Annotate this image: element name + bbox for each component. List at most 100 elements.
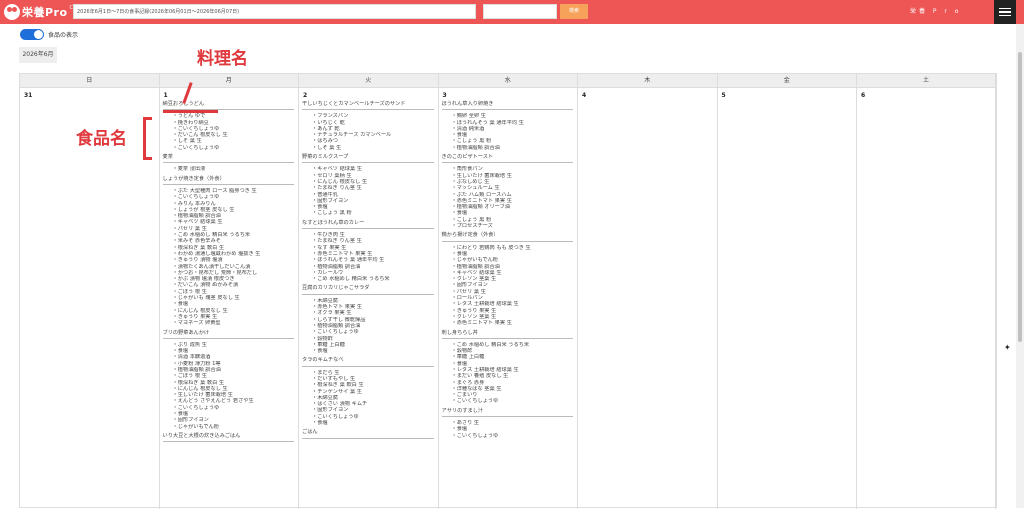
dish: しょうが焼き定食（外食） ぶた 大型種肉 ロース 脂身つき 生こいくちしょうゆみり…	[162, 176, 295, 327]
dish-name[interactable]: 麦茶	[162, 154, 294, 164]
food-display-toggle[interactable]	[20, 29, 44, 40]
dish: アサリのすまし汁あさり 生食塩こいくちしょうゆ	[441, 408, 574, 439]
day-number: 5	[721, 92, 726, 99]
weekday-header: 月	[159, 74, 299, 88]
food-item: 食塩	[312, 348, 434, 354]
dish-list: 干しいちじくとカマンベールチーズのサンドフランスパンいちじく 乾あんず 乾ナチュ…	[302, 101, 434, 442]
dish-name[interactable]: 鶏から揚げ定食（外食）	[441, 232, 573, 242]
food-list: こめ 水稲めし 精白米 うるち米穀物酢車糖 上白糖食塩レタス 土耕栽培 結球葉 …	[442, 342, 574, 405]
day-number: 2	[303, 92, 308, 99]
food-list: あさり 生食塩こいくちしょうゆ	[442, 420, 574, 439]
food-display-label: 食品の表示	[48, 32, 79, 39]
food-item: こいくちしょうゆ	[452, 433, 574, 439]
logo-text: 栄養Pro	[22, 6, 68, 19]
food-item: じゃがいもでん粉	[173, 424, 295, 430]
dish: 麦茶麦茶 浸出液	[162, 154, 295, 173]
dish-list: ほうれん草入り卵焼き鶏卵 全卵 生ほうれんそう 葉 通年平均 生清酒 純米酒食塩…	[441, 101, 574, 442]
day-cell[interactable]: 6	[857, 88, 996, 509]
food-list: 鶏卵 全卵 生ほうれんそう 葉 通年平均 生清酒 純米酒食塩こしょう 黒 粉植物…	[442, 113, 574, 151]
dish: 干しいちじくとカマンベールチーズのサンドフランスパンいちじく 乾あんず 乾ナチュ…	[302, 101, 434, 151]
day-cell[interactable]: 3 ほうれん草入り卵焼き鶏卵 全卵 生ほうれんそう 葉 通年平均 生清酒 純米酒食…	[439, 88, 578, 509]
logo-icon	[4, 4, 20, 20]
food-item: こいくちしょうゆ	[452, 398, 574, 404]
dish-name[interactable]: アサリのすまし汁	[441, 408, 573, 418]
dish-name[interactable]: 豆腐のカリカリじゃこサラダ	[302, 285, 434, 295]
dish-name[interactable]: タラのキムチなべ	[302, 357, 434, 367]
annotation-bracket	[143, 117, 152, 160]
food-list: キャベツ 結球葉 生セロリ 葉柄 生にんじん 根皮なし 生たまねぎ りん茎 生普…	[302, 166, 434, 216]
dish: ほうれん草入り卵焼き鶏卵 全卵 生ほうれんそう 葉 通年平均 生清酒 純米酒食塩…	[441, 101, 574, 151]
day-number: 6	[861, 92, 866, 99]
dish: 鶏から揚げ定食（外食） にわとり 若鶏肉 もも 皮つき 生食塩じゃがいもでん粉植物…	[441, 232, 574, 327]
day-cell[interactable]: 31	[20, 88, 160, 509]
food-list: フランスパンいちじく 乾あんず 乾ナチュラルチーズ カマンベールはちみつしそ 葉…	[302, 113, 434, 151]
scrollbar-thumb[interactable]	[1018, 52, 1022, 342]
food-list: 麦茶 浸出液	[163, 166, 295, 172]
dish: いり大豆と大根の炊き込みごはん	[162, 433, 294, 443]
top-bar: 栄養Pro Cloud 2026年6月1日～7日の食事記録(2026年06月01…	[0, 0, 1024, 24]
dish-name[interactable]: ごはん	[302, 429, 434, 439]
food-list: まだら 生だいずもやし 生根深ねぎ 葉 軟白 生チンゲンサイ 葉 生木綿豆腐はく…	[302, 370, 434, 427]
dish: 刺し身ちらし丼こめ 水稲めし 精白米 うるち米穀物酢車糖 上白糖食塩レタス 土耕…	[441, 330, 574, 405]
food-item: こめ 水稲めし 精白米 うるち米	[312, 276, 434, 282]
food-item: プロセスチーズ	[452, 223, 574, 229]
day-number: 31	[24, 92, 33, 99]
day-cell[interactable]: 2 干しいちじくとカマンベールチーズのサンドフランスパンいちじく 乾あんず 乾ナチ…	[299, 88, 439, 509]
month-selector[interactable]: 2026年6月	[19, 47, 57, 63]
weekday-header: 日	[20, 74, 160, 88]
weekday-header: 水	[438, 74, 578, 88]
dish-name[interactable]: きのこのピザトースト	[441, 154, 573, 164]
day-cell[interactable]: 5	[718, 88, 857, 509]
food-list: 牛ひき肉 生たまねぎ りん茎 生なす 果実 生赤色ミニトマト 果実 生ほうれんそ…	[302, 232, 434, 282]
food-item: しそ 葉 生	[312, 145, 434, 151]
dish: 野菜のミルクスープキャベツ 結球葉 生セロリ 葉柄 生にんじん 根皮なし 生たま…	[302, 154, 434, 217]
dish-list: 納豆おろしうどんうどん ゆで挽きわり納豆こいくちしょうゆだいこん 根皮なし 生し…	[162, 101, 295, 445]
search-button[interactable]: 検索	[560, 4, 588, 19]
food-list: ぶり 成魚 生食塩清酒 本醸造酒小麦粉 薄力粉 1等植物油脂類 調合油ごぼう 根…	[163, 342, 295, 430]
dish: きのこのピザトースト角形食パン生しいたけ 菌床栽培 生ぶなしめじ 生マッシュルー…	[441, 154, 574, 229]
dish: なすとほうれん草のカレー牛ひき肉 生たまねぎ りん茎 生なす 果実 生赤色ミニト…	[302, 220, 434, 283]
dish-name[interactable]: なすとほうれん草のカレー	[302, 220, 434, 230]
secondary-search-input[interactable]	[483, 4, 557, 19]
food-list: ぶた 大型種肉 ロース 脂身つき 生こいくちしょうゆみりん 本みりんしょうが 根…	[163, 188, 295, 327]
food-item: 麦茶 浸出液	[173, 166, 295, 172]
food-list: うどん ゆで挽きわり納豆こいくちしょうゆだいこん 根皮なし 生しそ 葉 生こいく…	[163, 113, 295, 151]
dish: 豆腐のカリカリじゃこサラダ木綿豆腐赤色トマト 果実 生オクラ 果実 生しらす干し…	[302, 285, 434, 354]
app-title: 栄養 P r o	[910, 8, 962, 15]
dish: タラのキムチなべまだら 生だいずもやし 生根深ねぎ 葉 軟白 生チンゲンサイ 葉…	[302, 357, 434, 426]
food-item: 食塩	[312, 420, 434, 426]
dish-name[interactable]: 刺し身ちらし丼	[441, 330, 573, 339]
sparkle-icon[interactable]: ✦	[1004, 343, 1011, 352]
weekday-header: 木	[578, 74, 718, 88]
food-name-annotation: 食品名	[76, 129, 127, 149]
dish-name[interactable]: しょうが焼き定食（外食）	[162, 176, 294, 185]
calendar: 日 31 月 1 納豆おろしうどんうどん ゆで挽きわり納豆こいくちしょうゆだいこん 根皮…	[19, 73, 997, 509]
food-item: こしょう 黒 粉	[312, 210, 434, 216]
dish-name[interactable]: ブリの野菜あんかけ	[162, 330, 294, 339]
day-cell[interactable]: 1 納豆おろしうどんうどん ゆで挽きわり納豆こいくちしょうゆだいこん 根皮なし 生…	[160, 88, 299, 509]
dish: ブリの野菜あんかけぶり 成魚 生食塩清酒 本醸造酒小麦粉 薄力粉 1等植物油脂類…	[162, 330, 295, 430]
food-item: こいくちしょうゆ	[173, 145, 295, 151]
weekday-header: 火	[299, 74, 439, 88]
food-list: 角形食パン生しいたけ 菌床栽培 生ぶなしめじ 生マッシュルーム 生ぶた ハム類 …	[442, 166, 574, 229]
day-number: 3	[442, 92, 447, 99]
food-list: にわとり 若鶏肉 もも 皮つき 生食塩じゃがいもでん粉植物油脂類 調合油キャベツ…	[442, 245, 574, 327]
search-input[interactable]: 2026年6月1日～7日の食事記録(2026年06月01日～2026年06月07…	[73, 4, 476, 19]
weekday-header: 土	[857, 74, 996, 88]
dish-name[interactable]: 野菜のミルクスープ	[302, 154, 434, 164]
food-list: 木綿豆腐赤色トマト 果実 生オクラ 果実 生しらす干し 微乾燥品植物油脂類 調合…	[302, 298, 434, 355]
food-item: 植物油脂類 調合油	[452, 145, 574, 151]
dish-name[interactable]: ほうれん草入り卵焼き	[441, 101, 573, 111]
hamburger-icon[interactable]	[994, 0, 1016, 24]
day-number: 4	[582, 92, 587, 99]
day-cell[interactable]: 4	[578, 88, 718, 509]
food-item: 赤色ミニトマト 果実 生	[452, 320, 574, 326]
annotation-underline	[163, 110, 218, 113]
weekday-header: 金	[717, 74, 857, 88]
dish: ごはん	[302, 429, 434, 439]
dish-name[interactable]: 干しいちじくとカマンベールチーズのサンド	[302, 101, 434, 111]
app-logo[interactable]: 栄養Pro Cloud	[4, 2, 84, 22]
dish-name-annotation: 料理名	[197, 49, 248, 69]
dish: 納豆おろしうどんうどん ゆで挽きわり納豆こいくちしょうゆだいこん 根皮なし 生し…	[162, 101, 295, 151]
dish-name[interactable]: いり大豆と大根の炊き込みごはん	[162, 433, 294, 443]
